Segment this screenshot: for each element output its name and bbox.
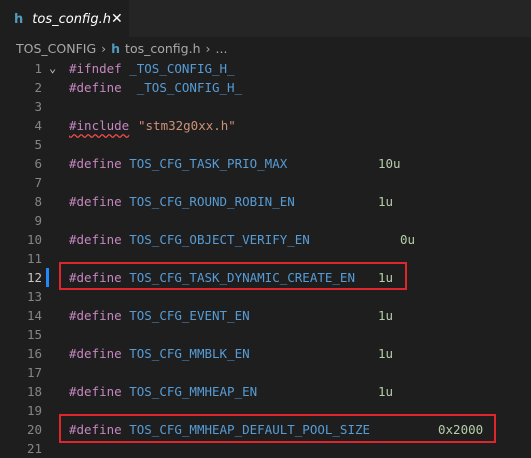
- code-text: #define TOS_CFG_OBJECT_VERIFY_EN: [69, 230, 310, 249]
- line-number: 19: [26, 403, 42, 418]
- preprocessor-directive: #include: [69, 118, 130, 133]
- tab-tos-config[interactable]: h tos_config.h ✕: [0, 0, 129, 37]
- preprocessor-directive: #define: [69, 384, 122, 399]
- macro-value: 1u: [378, 346, 394, 361]
- modified-line-indicator: [46, 268, 49, 287]
- code-line[interactable]: 3: [0, 97, 531, 116]
- macro-value: 1u: [378, 308, 394, 323]
- preprocessor-directive: #define: [69, 346, 122, 361]
- code-line[interactable]: 17: [0, 363, 531, 382]
- close-icon[interactable]: ✕: [111, 12, 123, 26]
- preprocessor-directive: #ifndef: [69, 61, 122, 76]
- line-number: 2: [34, 80, 42, 95]
- preprocessor-directive: #define: [69, 232, 122, 247]
- tab-label: tos_config.h: [32, 11, 111, 27]
- code-text: #define _TOS_CONFIG_H_: [69, 78, 242, 97]
- code-line[interactable]: 7: [0, 173, 531, 192]
- code-line[interactable]: 8 #define TOS_CFG_ROUND_ROBIN_EN 1u: [0, 192, 531, 211]
- fold-chevron-icon[interactable]: ⌄: [49, 59, 56, 78]
- code-editor[interactable]: 1 ⌄ #ifndef _TOS_CONFIG_H_ 2 #define _TOS_CO…: [0, 59, 531, 458]
- code-line[interactable]: 16 #define TOS_CFG_MMBLK_EN 1u: [0, 344, 531, 363]
- code-line[interactable]: 15: [0, 325, 531, 344]
- chevron-right-icon: ›: [101, 40, 107, 56]
- preprocessor-directive: #define: [69, 308, 122, 323]
- macro-value: 1u: [378, 194, 394, 209]
- code-text: #define TOS_CFG_ROUND_ROBIN_EN: [69, 192, 295, 211]
- macro-name: TOS_CFG_MMBLK_EN: [121, 346, 250, 361]
- code-text: #define TOS_CFG_EVENT_EN: [69, 306, 250, 325]
- line-number: 8: [34, 194, 42, 209]
- macro-name: TOS_CFG_EVENT_EN: [121, 308, 250, 323]
- c-header-file-icon: h: [111, 40, 121, 56]
- breadcrumb-symbols[interactable]: ...: [216, 41, 228, 56]
- highlight-box-pool-size: [59, 414, 496, 443]
- code-text: #ifndef _TOS_CONFIG_H_: [69, 59, 235, 78]
- preprocessor-directive: #define: [69, 194, 122, 209]
- code-text: #define TOS_CFG_MMHEAP_EN: [69, 382, 257, 401]
- line-number: 17: [26, 365, 42, 380]
- preprocessor-directive: #define: [69, 156, 122, 171]
- code-line[interactable]: 6 #define TOS_CFG_TASK_PRIO_MAX 10u: [0, 154, 531, 173]
- code-text: #define TOS_CFG_MMBLK_EN: [69, 344, 250, 363]
- chevron-right-icon: ›: [205, 40, 211, 56]
- code-line[interactable]: 5: [0, 135, 531, 154]
- macro-name: _TOS_CONFIG_H_: [121, 80, 243, 95]
- macro-value: 1u: [378, 384, 394, 399]
- code-line[interactable]: 18 #define TOS_CFG_MMHEAP_EN 1u: [0, 382, 531, 401]
- line-number: 21: [26, 441, 42, 456]
- macro-name: TOS_CFG_MMHEAP_EN: [121, 384, 258, 399]
- breadcrumb-folder[interactable]: TOS_CONFIG: [16, 41, 96, 56]
- code-text: #include: [69, 116, 129, 135]
- line-number: 10: [26, 232, 42, 247]
- macro-name: TOS_CFG_OBJECT_VERIFY_EN: [121, 232, 310, 247]
- code-text: #define TOS_CFG_TASK_PRIO_MAX: [69, 154, 287, 173]
- preprocessor-directive: #define: [69, 80, 122, 95]
- code-line[interactable]: 2 #define _TOS_CONFIG_H_: [0, 78, 531, 97]
- code-line[interactable]: 4 #include "stm32g0xx.h": [0, 116, 531, 135]
- breadcrumb-file[interactable]: tos_config.h: [125, 41, 200, 56]
- c-header-file-icon: h: [14, 11, 24, 27]
- highlight-box-dynamic-create: [59, 262, 407, 290]
- line-number: 14: [26, 308, 42, 323]
- code-line[interactable]: 9: [0, 211, 531, 230]
- code-line[interactable]: 1 ⌄ #ifndef _TOS_CONFIG_H_: [0, 59, 531, 78]
- line-number: 15: [26, 327, 42, 342]
- tab-bar: h tos_config.h ✕: [0, 0, 531, 37]
- macro-name: TOS_CFG_ROUND_ROBIN_EN: [121, 194, 295, 209]
- line-number: 5: [34, 137, 42, 152]
- line-number: 20: [26, 422, 42, 437]
- line-number: 4: [34, 118, 42, 133]
- line-number: 12: [26, 270, 42, 285]
- line-number: 9: [34, 213, 42, 228]
- include-path: "stm32g0xx.h": [138, 118, 236, 133]
- macro-value: 0u: [400, 232, 416, 247]
- macro-name: TOS_CFG_TASK_PRIO_MAX: [121, 156, 288, 171]
- line-number: 13: [26, 289, 42, 304]
- line-number: 7: [34, 175, 42, 190]
- code-line[interactable]: 10 #define TOS_CFG_OBJECT_VERIFY_EN 0u: [0, 230, 531, 249]
- line-number: 18: [26, 384, 42, 399]
- line-number: 1: [34, 61, 42, 76]
- macro-value: 10u: [378, 156, 401, 171]
- line-number: 6: [34, 156, 42, 171]
- line-number: 16: [26, 346, 42, 361]
- macro-name: _TOS_CONFIG_H_: [121, 61, 235, 76]
- breadcrumb: TOS_CONFIG › h tos_config.h › ...: [0, 37, 531, 59]
- line-number: 3: [34, 99, 42, 114]
- line-number: 11: [26, 251, 42, 266]
- code-line[interactable]: 14 #define TOS_CFG_EVENT_EN 1u: [0, 306, 531, 325]
